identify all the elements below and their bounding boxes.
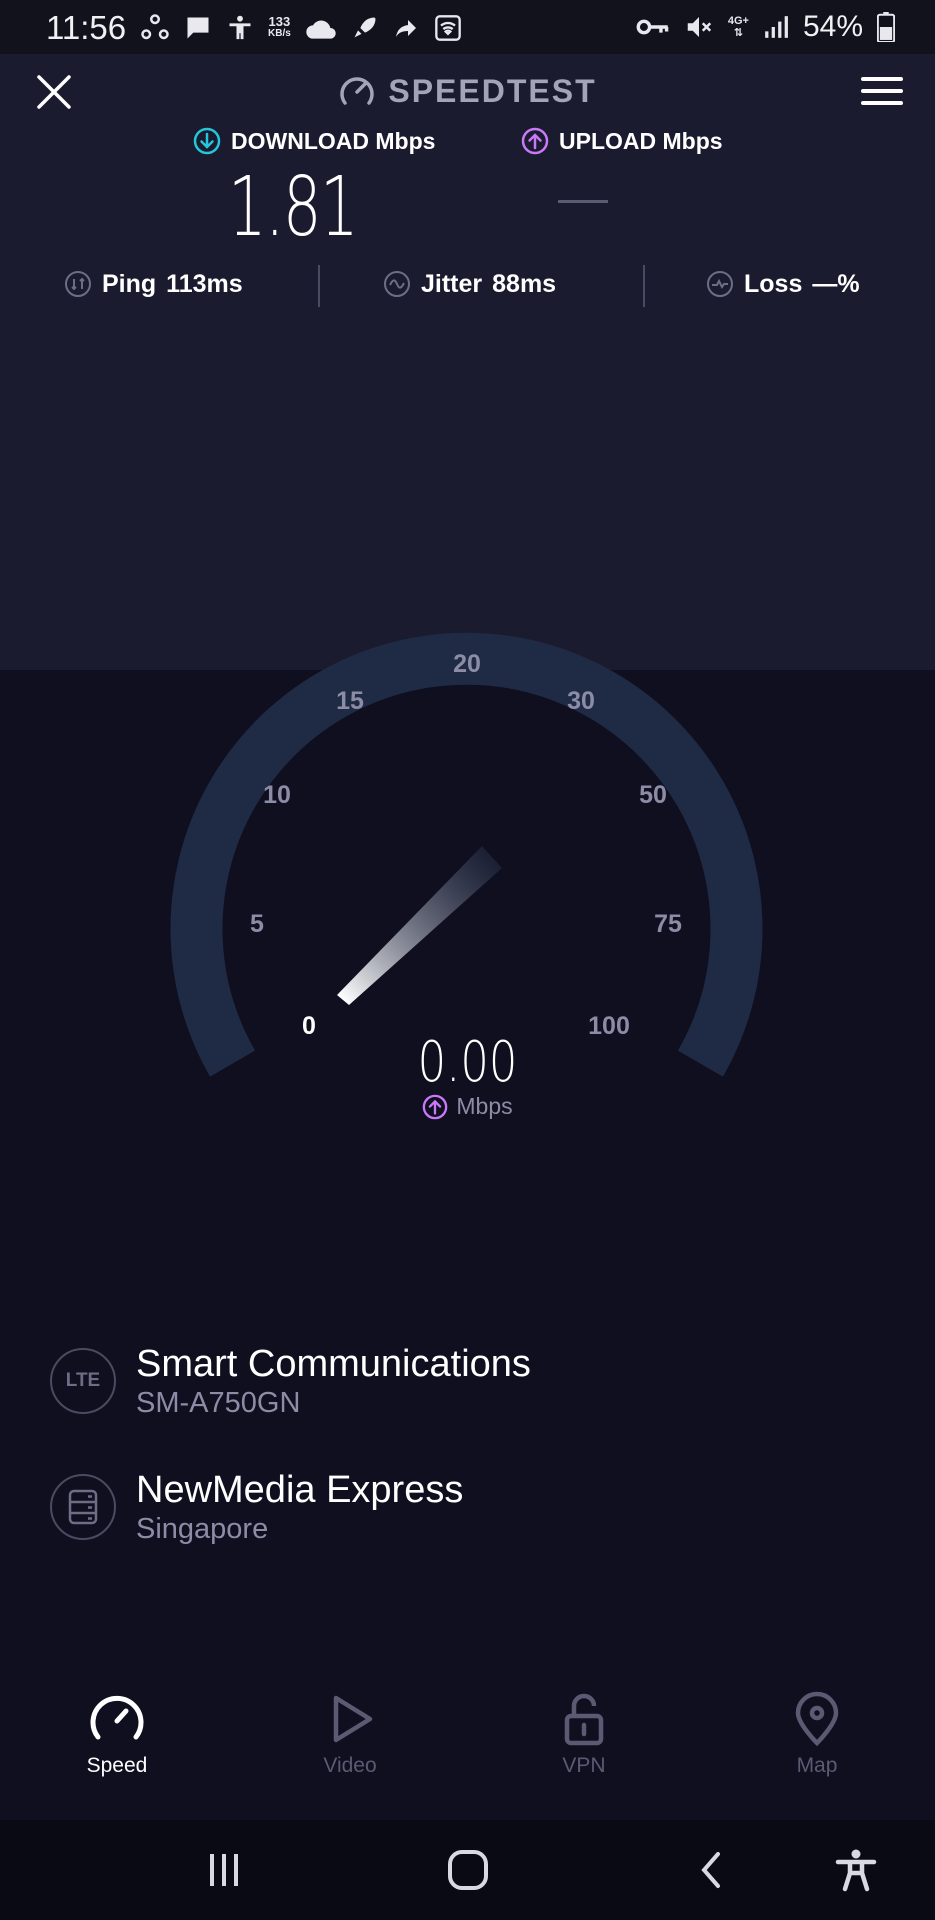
gauge-needle (337, 846, 502, 1005)
gauge-current-value: 0.00 (417, 1030, 518, 1095)
gauge-tick-label: 10 (263, 781, 291, 809)
hamburger-menu-icon (861, 77, 903, 105)
provider-name: Smart Communications (136, 1343, 531, 1385)
download-header: DOWNLOAD Mbps (193, 127, 435, 155)
play-icon (333, 1695, 373, 1743)
upload-arrow-icon (423, 1094, 448, 1119)
lte-icon: LTE (50, 1348, 116, 1414)
device-model: SM-A750GN (136, 1387, 301, 1419)
network-speed-indicator: 133 KB/s (268, 14, 291, 39)
stats-divider (318, 265, 320, 307)
stats-divider (643, 265, 645, 307)
status-bar: 11:56 133 KB/s 4G+ ⇅ 54% (0, 0, 935, 54)
tab-label: Video (323, 1754, 377, 1777)
status-notification-icons: 133 KB/s (140, 12, 463, 44)
cloud-icon (306, 20, 336, 39)
speedtest-logo-icon (340, 77, 375, 105)
ping-stat: Ping 113ms (64, 264, 243, 304)
upload-header: UPLOAD Mbps (521, 127, 723, 155)
accessibility-status-icon (229, 15, 251, 40)
ping-value: 113ms (166, 269, 243, 298)
server-location: Singapore (136, 1513, 269, 1545)
home-button[interactable] (438, 1840, 498, 1900)
download-value: 1.81 (228, 160, 359, 255)
status-time: 11:56 (46, 9, 127, 46)
sync-icon (141, 14, 169, 40)
server-info[interactable]: NewMedia Express Singapore (50, 1468, 463, 1546)
recent-apps-button[interactable] (194, 1840, 254, 1900)
gauge-tick-label: 30 (567, 687, 595, 715)
gauge-track (170, 632, 763, 1077)
jitter-value: 88ms (492, 269, 557, 298)
ping-icon (64, 270, 92, 298)
upload-arrow-icon (521, 127, 549, 155)
upload-label: UPLOAD Mbps (559, 127, 723, 154)
server-name: NewMedia Express (136, 1469, 464, 1511)
download-arrow-icon (193, 127, 221, 155)
provider-info[interactable]: LTE Smart Communications SM-A750GN (50, 1342, 531, 1420)
tab-video[interactable]: Video (270, 1690, 430, 1778)
gauge-tick-label: 5 (250, 910, 264, 938)
network-type-indicator: 4G+ ⇅ (727, 15, 749, 39)
tab-label: VPN (562, 1754, 606, 1777)
loss-label: Loss (744, 269, 803, 298)
jitter-label: Jitter (421, 269, 483, 298)
server-icon (50, 1474, 116, 1540)
gauge-tick-label: 50 (639, 781, 667, 809)
message-icon (187, 17, 209, 39)
accessibility-icon (835, 1849, 877, 1892)
loss-icon (706, 270, 734, 298)
upload-value-placeholder (558, 200, 608, 203)
back-button[interactable] (682, 1840, 742, 1900)
recent-apps-icon (210, 1854, 238, 1886)
loss-stat: Loss —% (706, 264, 860, 304)
battery-percentage: 54% (802, 10, 863, 43)
unlock-icon (564, 1693, 604, 1746)
rocket-icon (354, 17, 376, 38)
battery-icon (877, 12, 895, 42)
signal-icon (765, 16, 788, 38)
bottom-tab-bar: Speed Video VPN Map (0, 1690, 935, 1800)
download-label: DOWNLOAD Mbps (231, 127, 436, 154)
tab-vpn[interactable]: VPN (504, 1690, 664, 1778)
system-navigation-bar (0, 1820, 935, 1920)
loss-value: —% (812, 269, 860, 298)
ping-label: Ping (102, 269, 157, 298)
wifi-box-icon (434, 15, 461, 41)
home-icon (448, 1850, 488, 1890)
accessibility-button[interactable] (826, 1840, 886, 1900)
jitter-icon (383, 270, 411, 298)
status-system-icons: 4G+ ⇅ 54% (636, 10, 895, 44)
gauge-unit: Mbps (0, 1093, 935, 1120)
mute-icon (687, 17, 711, 37)
gauge-unit-label: Mbps (456, 1093, 513, 1119)
tab-map[interactable]: Map (737, 1690, 897, 1778)
share-forward-icon (395, 20, 416, 37)
app-title: SPEEDTEST (0, 72, 935, 110)
gauge-tick-label: 75 (654, 910, 682, 938)
back-icon (701, 1852, 720, 1888)
gauge-tick-label: 15 (336, 687, 364, 715)
tab-label: Speed (86, 1754, 148, 1777)
menu-button[interactable] (859, 70, 905, 112)
jitter-stat: Jitter 88ms (383, 264, 556, 304)
tab-speed[interactable]: Speed (37, 1690, 197, 1778)
gauge-tick-label: 20 (453, 650, 481, 678)
speedometer-icon (90, 1695, 144, 1740)
map-pin-icon (795, 1691, 839, 1747)
tab-label: Map (796, 1754, 838, 1777)
vpn-key-icon (636, 19, 669, 35)
